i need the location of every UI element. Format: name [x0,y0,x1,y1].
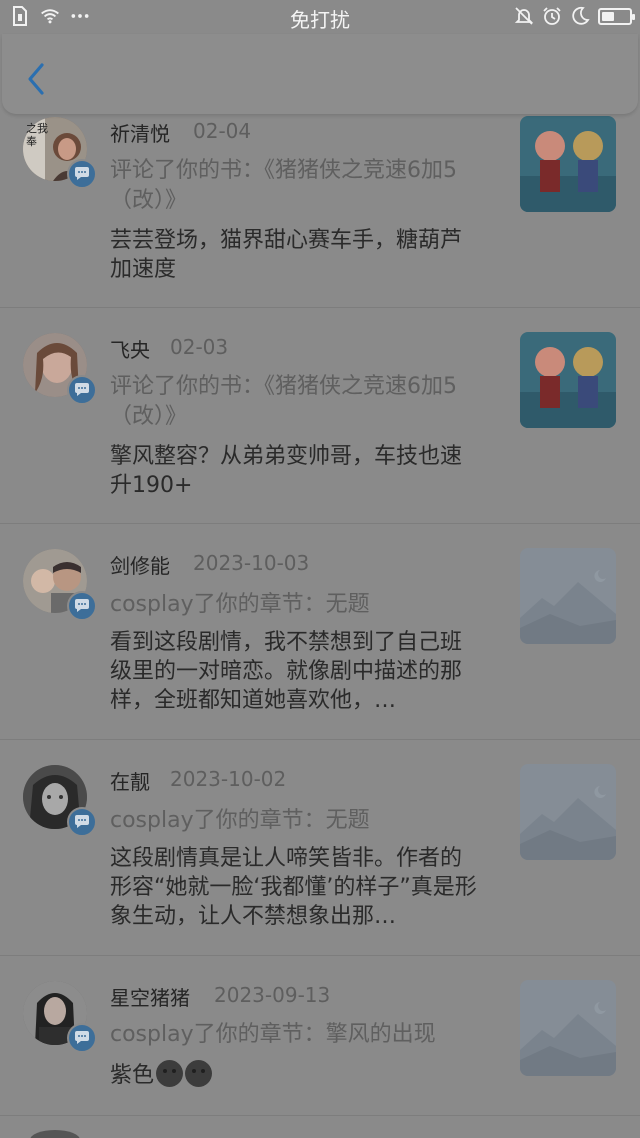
alarm-clock-icon [543,7,561,25]
notification-date: 02-03 [170,335,229,359]
notification-content: 擎风整容？从弟弟变帅哥，车技也速升190+ [110,444,463,498]
mountain-placeholder-icon [520,980,616,1076]
comment-badge [67,375,97,405]
comment-bubble-icon [75,167,89,180]
cartoon-cover-image [520,332,616,428]
chapter-thumb[interactable] [520,980,616,1076]
user-name[interactable]: 飞央 [110,334,150,363]
notification-item-partial[interactable] [0,1116,640,1138]
book-cover-thumb[interactable] [520,116,616,212]
notification-content: 紫色 [110,1063,155,1088]
page-header [2,34,638,114]
notification-item[interactable]: 飞央 02-03 评论了你的书：《猪猪侠之竞速6加5（改）》 擎风整容？从弟弟变… [0,308,640,524]
notification-item[interactable]: 星空猪猪 2023-09-13 cosplay了你的章节：擎风的出现 紫色 [0,956,640,1116]
chevron-left-icon [28,63,44,95]
user-name[interactable]: 祈清悦 [110,118,170,147]
back-button[interactable] [22,62,52,96]
comment-badge [67,591,97,621]
user-name[interactable]: 剑修能 [110,550,170,579]
comment-bubble-icon [75,815,89,828]
mute-bell-icon [514,7,534,25]
comment-bubble-icon [75,599,89,612]
notification-date: 2023-09-13 [214,983,331,1007]
chapter-thumb[interactable] [520,548,616,644]
notification-date: 2023-10-03 [193,551,310,575]
comment-bubble-icon [75,1031,89,1044]
dark-moon-emoji-icon [185,1060,213,1087]
mountain-placeholder-icon [520,764,616,860]
dark-moon-emoji-icon [156,1060,184,1087]
notification-content: 芸芸登场，猫界甜心赛车手，糖葫芦加速度 [110,228,463,282]
notification-action: 评论了你的书：《猪猪侠之竞速6加5（改）》 [110,374,457,429]
notification-date: 2023-10-02 [170,767,287,791]
notification-action: 评论了你的书：《猪猪侠之竞速6加5（改）》 [110,158,457,213]
user-name[interactable]: 星空猪猪 [110,982,190,1011]
cartoon-cover-image [520,116,616,212]
avatar-text: 之我 奉 [26,122,48,148]
moon-icon [572,6,590,25]
notification-content-row: 紫色 [110,1060,480,1090]
notification-content: 这段剧情真是让人啼笑皆非。作者的形容“她就一脸‘我都懂’的样子”真是形象生动，让… [110,846,477,929]
notification-content: 看到这段剧情，我不禁想到了自己班级里的一对暗恋。就像剧中描述的那样，全班都知道她… [110,630,463,713]
mountain-placeholder-icon [520,548,616,644]
battery-icon [598,7,635,25]
notification-item[interactable]: 剑修能 2023-10-03 cosplay了你的章节：无题 看到这段剧情，我不… [0,524,640,740]
notification-action: cosplay了你的章节：无题 [110,808,370,833]
comment-bubble-icon [75,383,89,396]
user-name[interactable]: 在靓 [110,766,150,795]
avatar[interactable] [30,1130,80,1138]
book-cover-thumb[interactable] [520,332,616,428]
notification-action: cosplay了你的章节：擎风的出现 [110,1022,436,1047]
notification-item[interactable]: 之我 奉 祈清悦 02-04 评论了你的书：《猪猪侠之竞速6加5（改）》 芸芸登… [0,92,640,308]
comment-badge [67,807,97,837]
comment-badge [67,1023,97,1053]
status-bar: 免打扰 [0,0,640,34]
chapter-thumb[interactable] [520,764,616,860]
notification-action: cosplay了你的章节：无题 [110,592,370,617]
notification-date: 02-04 [193,119,252,143]
notification-item[interactable]: 在靓 2023-10-02 cosplay了你的章节：无题 这段剧情真是让人啼笑… [0,740,640,956]
comment-badge [67,159,97,189]
